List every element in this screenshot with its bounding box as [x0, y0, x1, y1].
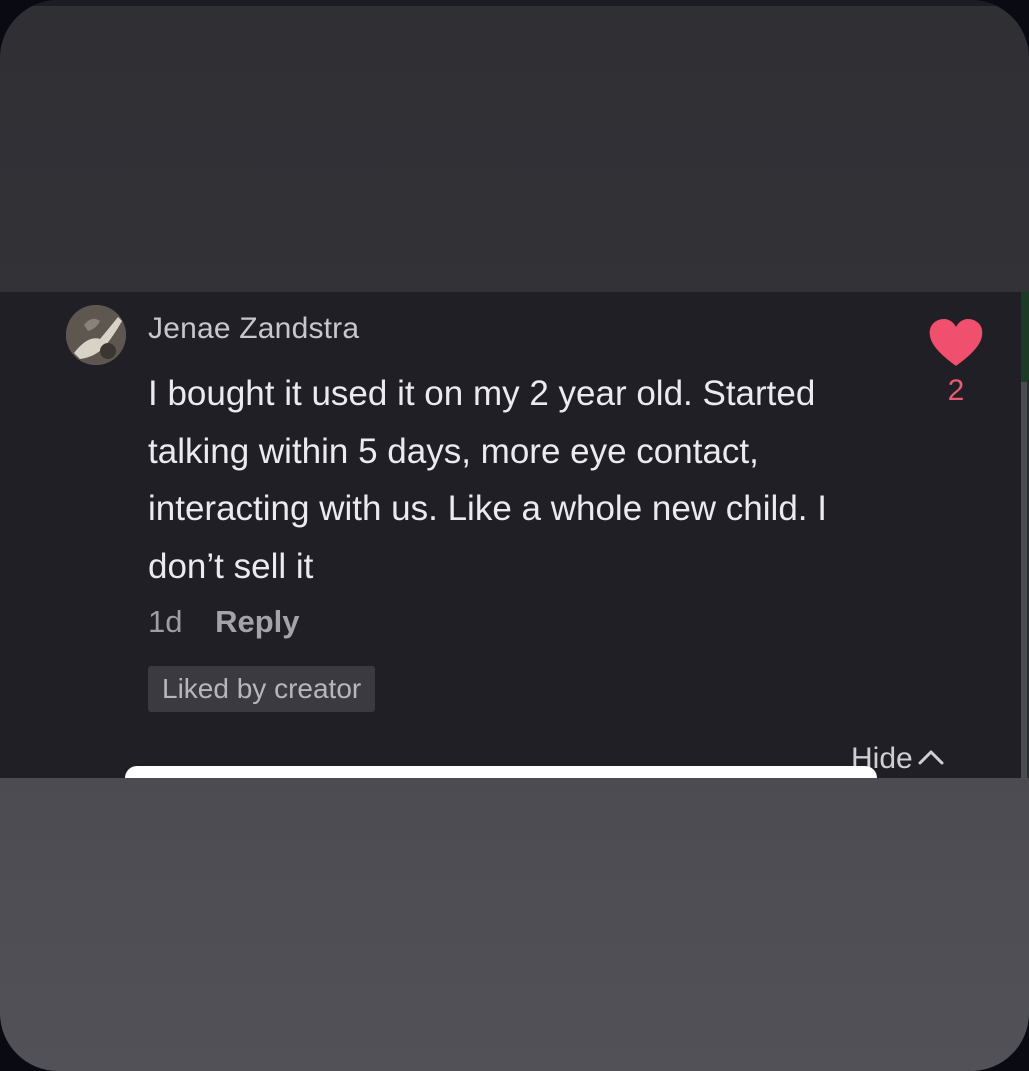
heart-icon[interactable] — [928, 318, 984, 368]
avatar[interactable] — [66, 305, 126, 365]
scrollbar[interactable] — [1021, 382, 1027, 778]
comment-username[interactable]: Jenae Zandstra — [148, 312, 359, 346]
liked-by-creator-badge: Liked by creator — [148, 666, 376, 712]
comment-text: I bought it used it on my 2 year old. St… — [148, 374, 827, 586]
like-count: 2 — [947, 374, 965, 407]
screen-frame: Jenae Zandstra I bought it used it on my… — [0, 0, 1029, 1071]
comment-meta: 1d Reply — [148, 604, 300, 640]
reply-button[interactable]: Reply — [215, 604, 299, 639]
comment-timestamp: 1d — [148, 604, 183, 639]
chevron-up-icon — [918, 750, 944, 765]
side-strip-accent — [1021, 292, 1029, 382]
top-edge — [0, 0, 1029, 6]
bottom-sheet-edge — [125, 766, 877, 778]
